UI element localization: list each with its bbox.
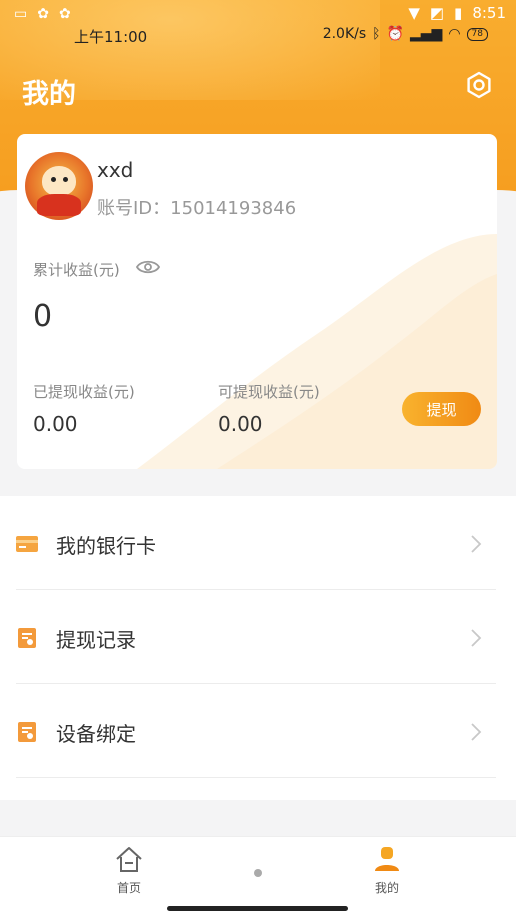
status-time-secondary: 上午11:00 <box>74 28 148 46</box>
home-icon <box>116 847 142 872</box>
withdrawn-earnings-label: 已提现收益(元) <box>33 383 135 401</box>
wifi-icon: ▼ <box>408 4 420 22</box>
withdraw-record-icon <box>18 628 36 648</box>
bank-card-icon <box>16 536 38 552</box>
total-earnings-value: 0 <box>33 299 53 334</box>
tab-home-label: 首页 <box>116 881 141 895</box>
menu-item-device-binding[interactable]: 设备绑定 <box>0 684 516 778</box>
wifi-icon: ◠ <box>448 26 461 42</box>
status-bar: ▭ ✿ ✿ 上午11:00 ▼ ◩ ▮ 8:51 2.0K/s ᛒ ⏰ ▂▄▆ … <box>0 0 516 48</box>
home-indicator <box>167 906 348 911</box>
status-time: 8:51 <box>472 4 506 22</box>
menu-item-bank-card[interactable]: 我的银行卡 <box>0 496 516 590</box>
avatar[interactable] <box>25 152 93 220</box>
notification-icons: ▭ ✿ ✿ <box>14 6 71 22</box>
menu-item-label: 我的银行卡 <box>56 534 156 558</box>
chevron-right-icon <box>471 535 482 553</box>
app-notification-icon: ✿ <box>58 6 71 22</box>
device-bind-icon <box>18 722 36 742</box>
bluetooth-icon: ᛒ <box>372 26 381 42</box>
app-notification-icon: ✿ <box>37 6 49 22</box>
calendar-icon: ▭ <box>14 6 28 22</box>
withdrawn-earnings-value: 0.00 <box>33 412 78 436</box>
tab-profile-label: 我的 <box>374 881 399 895</box>
settings-gear-icon[interactable] <box>464 70 494 100</box>
total-earnings-label: 累计收益(元) <box>33 261 120 279</box>
battery-icon: ▮ <box>454 4 463 22</box>
tab-profile[interactable]: 我的 <box>357 845 417 896</box>
network-speed: 2.0K/s <box>322 26 367 42</box>
eye-icon[interactable] <box>136 259 160 275</box>
center-dot <box>254 869 262 877</box>
signal-icon: ▂▄▆ <box>410 26 443 42</box>
tab-home[interactable]: 首页 <box>99 845 159 896</box>
profile-icon <box>375 847 399 871</box>
available-earnings-label: 可提现收益(元) <box>218 383 320 401</box>
menu-item-label: 设备绑定 <box>56 722 136 746</box>
battery-level: 78 <box>466 27 488 41</box>
chevron-right-icon <box>471 723 482 741</box>
alarm-icon: ⏰ <box>386 26 405 42</box>
card-decoration <box>137 234 497 469</box>
menu-list: 我的银行卡 提现记录 设备绑定 <box>0 496 516 800</box>
no-sim-icon: ◩ <box>429 4 445 22</box>
withdraw-button[interactable]: 提现 <box>402 392 481 426</box>
account-id: 账号ID：15014193846 <box>97 198 297 219</box>
available-earnings-value: 0.00 <box>218 412 263 436</box>
chevron-right-icon <box>471 629 482 647</box>
earnings-card: xxd 账号ID：15014193846 累计收益(元) 0 已提现收益(元) … <box>17 134 497 469</box>
menu-item-label: 提现记录 <box>56 628 136 652</box>
page-title: 我的 <box>22 79 76 110</box>
menu-item-withdraw-record[interactable]: 提现记录 <box>0 590 516 684</box>
username: xxd <box>97 158 134 182</box>
